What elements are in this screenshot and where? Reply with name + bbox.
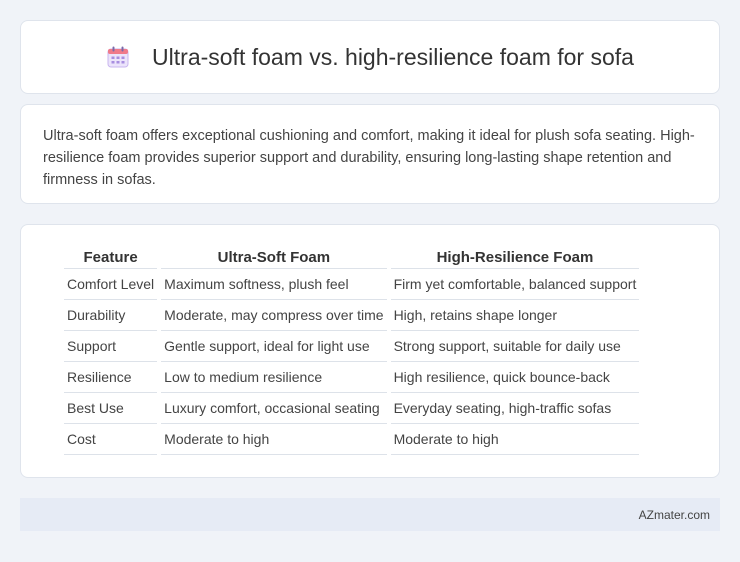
header-ultra-soft-foam: Ultra-Soft Foam — [161, 245, 387, 269]
table-header-row: Feature Ultra-Soft Foam High-Resilience … — [64, 245, 640, 269]
table-row: Comfort Level Maximum softness, plush fe… — [64, 269, 640, 300]
ultra-soft-cell: Luxury comfort, occasional seating — [161, 393, 387, 424]
comparison-card: Feature Ultra-Soft Foam High-Resilience … — [20, 224, 720, 478]
high-resilience-cell: Strong support, suitable for daily use — [390, 331, 640, 362]
feature-cell: Resilience — [64, 362, 158, 393]
description-card: Ultra-soft foam offers exceptional cushi… — [20, 104, 720, 204]
header-feature: Feature — [64, 245, 158, 269]
feature-cell: Comfort Level — [64, 269, 158, 300]
ultra-soft-cell: Maximum softness, plush feel — [161, 269, 387, 300]
feature-cell: Cost — [64, 424, 158, 455]
table-row: Durability Moderate, may compress over t… — [64, 300, 640, 331]
comparison-table: Feature Ultra-Soft Foam High-Resilience … — [60, 245, 643, 455]
high-resilience-cell: Firm yet comfortable, balanced support — [390, 269, 640, 300]
high-resilience-cell: High resilience, quick bounce-back — [390, 362, 640, 393]
feature-cell: Durability — [64, 300, 158, 331]
header-high-resilience-foam: High-Resilience Foam — [390, 245, 640, 269]
table-row: Best Use Luxury comfort, occasional seat… — [64, 393, 640, 424]
ultra-soft-cell: Moderate to high — [161, 424, 387, 455]
table-row: Cost Moderate to high Moderate to high — [64, 424, 640, 455]
calendar-icon — [107, 46, 129, 68]
ultra-soft-cell: Low to medium resilience — [161, 362, 387, 393]
title-wrap: Ultra-soft foam vs. high-resilience foam… — [106, 44, 634, 71]
feature-cell: Support — [64, 331, 158, 362]
ultra-soft-cell: Gentle support, ideal for light use — [161, 331, 387, 362]
high-resilience-cell: Moderate to high — [390, 424, 640, 455]
page-title: Ultra-soft foam vs. high-resilience foam… — [152, 43, 634, 70]
feature-cell: Best Use — [64, 393, 158, 424]
high-resilience-cell: High, retains shape longer — [390, 300, 640, 331]
ultra-soft-cell: Moderate, may compress over time — [161, 300, 387, 331]
description-text: Ultra-soft foam offers exceptional cushi… — [43, 128, 695, 188]
footer-site-link[interactable]: AZmater.com — [639, 508, 710, 522]
title-card: Ultra-soft foam vs. high-resilience foam… — [20, 20, 720, 94]
table-row: Resilience Low to medium resilience High… — [64, 362, 640, 393]
high-resilience-cell: Everyday seating, high-traffic sofas — [390, 393, 640, 424]
table-row: Support Gentle support, ideal for light … — [64, 331, 640, 362]
footer: AZmater.com — [20, 498, 720, 531]
